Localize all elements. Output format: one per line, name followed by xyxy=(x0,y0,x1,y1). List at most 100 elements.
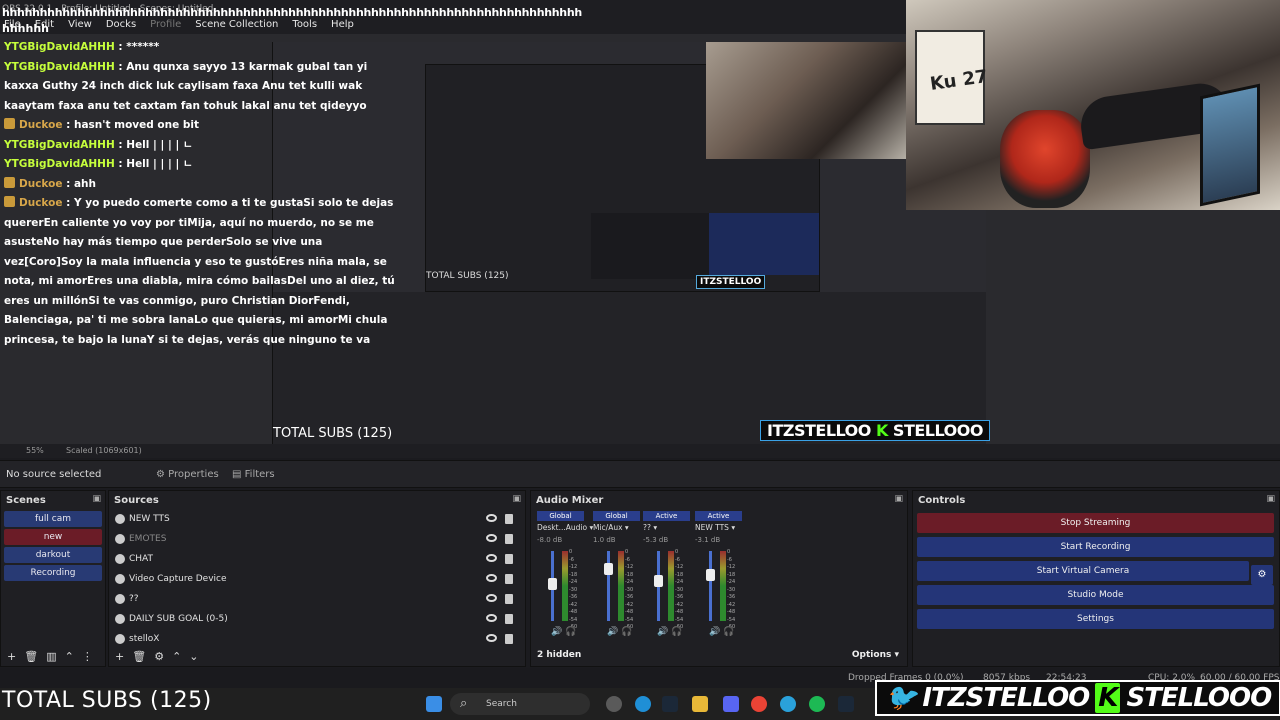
move-up-icon[interactable]: ⌃ xyxy=(65,650,82,663)
scale-tick: -6 xyxy=(625,556,630,563)
menu-profile[interactable]: Profile xyxy=(150,19,181,30)
speaker-icon[interactable]: 🔊 xyxy=(607,627,621,637)
scale-tick: -48 xyxy=(675,609,684,615)
source-item[interactable]: Video Capture Device xyxy=(109,569,525,589)
mixer-channel: Active ?? ▾ -5.3 dB 0 -6 -12 -18 -24 -30 -36 -42 -4… xyxy=(643,511,690,641)
start-recording-button[interactable]: Start Recording xyxy=(917,537,1274,557)
scene-item[interactable]: full cam xyxy=(4,511,102,527)
settings-button[interactable]: Settings xyxy=(917,609,1274,629)
channel-name[interactable]: ?? ▾ xyxy=(643,523,690,532)
scene-item[interactable]: new xyxy=(4,529,102,545)
speaker-icon[interactable]: 🔊 xyxy=(709,627,723,637)
source-item[interactable]: stelloX xyxy=(109,629,525,649)
move-down-icon[interactable]: ⌄ xyxy=(189,650,206,663)
visibility-eye-icon[interactable] xyxy=(486,634,497,642)
speaker-icon[interactable]: 🔊 xyxy=(551,627,565,637)
start-virtual-camera-button[interactable]: Start Virtual Camera xyxy=(917,561,1249,581)
undock-icon[interactable]: ▣ xyxy=(512,494,521,504)
source-item[interactable]: EMOTES xyxy=(109,529,525,549)
remove-scene-icon[interactable]: 🗑 xyxy=(24,650,46,663)
monitor-headphones-icon[interactable]: 🎧 xyxy=(565,627,576,637)
properties-button[interactable]: ⚙ Properties xyxy=(150,467,225,482)
total-subs-overlay: TOTAL SUBS (125) xyxy=(2,688,212,713)
scale-tick: -42 xyxy=(727,601,736,608)
discord-icon[interactable] xyxy=(723,696,739,712)
volume-fader[interactable] xyxy=(709,551,712,621)
visibility-eye-icon[interactable] xyxy=(486,574,497,582)
meter-scale: 0 -6 -12 -18 -24 -30 -36 -42 -48 -54 -60 xyxy=(675,549,683,632)
mixer-options-button[interactable]: Options ▾ xyxy=(852,650,899,660)
lock-icon[interactable] xyxy=(505,634,513,644)
virtual-camera-settings-icon[interactable]: ⚙ xyxy=(1251,565,1273,585)
visibility-eye-icon[interactable] xyxy=(486,594,497,602)
fader-knob[interactable] xyxy=(604,563,613,575)
sources-footer: +🗑⚙⌃⌄ xyxy=(109,648,525,666)
menu-help[interactable]: Help xyxy=(331,19,354,30)
source-item[interactable]: ?? xyxy=(109,589,525,609)
monitor-headphones-icon[interactable]: 🎧 xyxy=(621,627,632,637)
visibility-eye-icon[interactable] xyxy=(486,534,497,542)
menu-docks[interactable]: Docks xyxy=(106,19,136,30)
monitor-headphones-icon[interactable]: 🎧 xyxy=(671,627,682,637)
edge-icon[interactable] xyxy=(635,696,651,712)
fader-knob[interactable] xyxy=(548,578,557,590)
studio-mode-button[interactable]: Studio Mode xyxy=(917,585,1274,605)
spotify-icon[interactable] xyxy=(809,696,825,712)
undock-icon[interactable]: ▣ xyxy=(894,494,903,504)
more-icon[interactable]: ⋮ xyxy=(82,650,101,663)
lock-icon[interactable] xyxy=(505,554,513,564)
taskbar-search[interactable]: Search xyxy=(450,693,590,715)
lock-icon[interactable] xyxy=(505,614,513,624)
source-item[interactable]: CHAT xyxy=(109,549,525,569)
source-item[interactable]: DAILY SUB GOAL (0-5) xyxy=(109,609,525,629)
menu-tools[interactable]: Tools xyxy=(292,19,317,30)
source-props-icon[interactable]: ⚙ xyxy=(154,650,172,663)
channel-name[interactable]: Deskt...Audio ▾ xyxy=(537,523,593,532)
scale-tick: -30 xyxy=(727,586,736,593)
kick-icon: K xyxy=(875,421,888,440)
source-item[interactable]: NEW TTS xyxy=(109,509,525,529)
menu-items: File Edit View Docks Profile Scene Colle… xyxy=(4,19,354,30)
filters-button[interactable]: ▤ Filters xyxy=(226,467,281,482)
obs-icon[interactable] xyxy=(606,696,622,712)
channel-name[interactable]: NEW TTS ▾ xyxy=(695,523,742,532)
steam-icon-2[interactable] xyxy=(838,696,854,712)
lock-icon[interactable] xyxy=(505,534,513,544)
scene-item[interactable]: darkout xyxy=(4,547,102,563)
visibility-eye-icon[interactable] xyxy=(486,614,497,622)
speaker-icon[interactable]: 🔊 xyxy=(657,627,671,637)
lock-icon[interactable] xyxy=(505,514,513,524)
visibility-eye-icon[interactable] xyxy=(486,514,497,522)
scene-item[interactable]: Recording xyxy=(4,565,102,581)
move-up-icon[interactable]: ⌃ xyxy=(172,650,189,663)
add-source-icon[interactable]: + xyxy=(115,650,132,663)
remove-source-icon[interactable]: 🗑 xyxy=(132,650,154,663)
scale-tick: -36 xyxy=(675,594,684,600)
add-scene-icon[interactable]: + xyxy=(7,650,24,663)
fader-knob[interactable] xyxy=(706,569,715,581)
scene-filter-icon[interactable]: ▥ xyxy=(46,650,64,663)
monitor-headphones-icon[interactable]: 🎧 xyxy=(723,627,734,637)
undock-icon[interactable]: ▣ xyxy=(92,494,101,504)
windows-start-icon[interactable] xyxy=(426,696,442,712)
lock-icon[interactable] xyxy=(505,574,513,584)
telegram-icon[interactable] xyxy=(780,696,796,712)
preview-logo-right: STELLOOO xyxy=(892,421,984,440)
fader-knob[interactable] xyxy=(654,575,663,587)
visibility-eye-icon[interactable] xyxy=(486,554,497,562)
hidden-count[interactable]: 2 hidden xyxy=(537,650,581,660)
volume-fader[interactable] xyxy=(607,551,610,621)
folder-icon[interactable] xyxy=(692,696,708,712)
text-icon xyxy=(115,614,125,624)
source-label: EMOTES xyxy=(129,534,167,544)
menu-scene-collection[interactable]: Scene Collection xyxy=(195,19,278,30)
lock-icon[interactable] xyxy=(505,594,513,604)
undock-icon[interactable]: ▣ xyxy=(1266,494,1275,504)
stop-streaming-button[interactable]: Stop Streaming xyxy=(917,513,1274,533)
chrome-icon[interactable] xyxy=(751,696,767,712)
steam-icon[interactable] xyxy=(662,696,678,712)
channel-name[interactable]: Mic/Aux ▾ xyxy=(593,523,640,532)
scale-mode[interactable]: Scaled (1069x601) xyxy=(66,446,142,455)
menu-view[interactable]: View xyxy=(68,19,92,30)
zoom-level[interactable]: 55% xyxy=(26,446,44,455)
